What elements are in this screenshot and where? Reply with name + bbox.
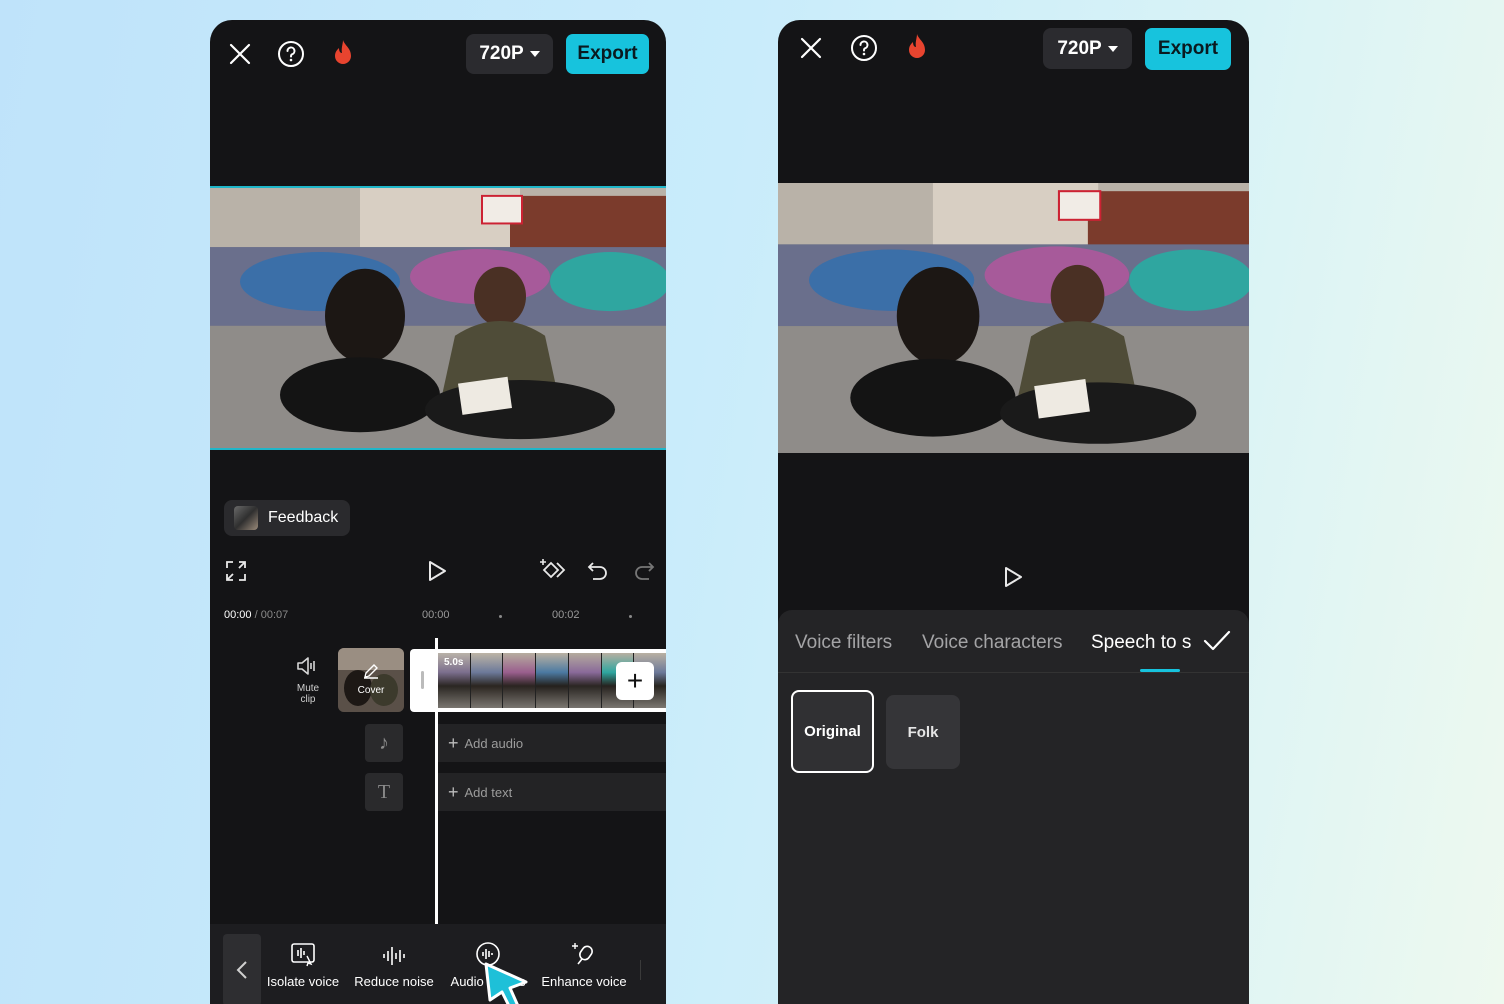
resolution-label: 720P xyxy=(479,43,524,64)
clip-duration: 5.0s xyxy=(444,657,464,668)
undo-icon[interactable] xyxy=(587,560,609,582)
cover-button[interactable]: Cover xyxy=(338,648,404,712)
toolbar-divider xyxy=(640,960,641,980)
panel-divider xyxy=(778,672,1249,673)
plus-icon: + xyxy=(448,732,459,753)
reduce-noise-label: Reduce noise xyxy=(354,974,434,989)
timecode-total: / 00:07 xyxy=(254,609,289,621)
text-icon[interactable]: T xyxy=(365,773,403,811)
resolution-selector[interactable]: 720P xyxy=(466,34,553,74)
video-preview[interactable] xyxy=(210,186,666,450)
feedback-button[interactable]: Feedback xyxy=(224,500,350,536)
back-button[interactable] xyxy=(223,934,261,1004)
export-button[interactable]: Export xyxy=(566,34,649,74)
playhead[interactable] xyxy=(435,638,438,924)
voice-option-folk[interactable]: Folk xyxy=(886,695,960,769)
add-clip-button[interactable]: + xyxy=(616,662,654,700)
cover-label: Cover xyxy=(357,685,385,696)
isolate-voice-tool[interactable]: Isolate voice xyxy=(265,938,341,989)
edit-pencil-icon xyxy=(364,664,378,679)
add-text-button[interactable]: + Add text xyxy=(438,773,666,811)
reduce-noise-icon xyxy=(383,947,405,965)
caret-down-icon xyxy=(529,51,540,57)
reduce-noise-tool[interactable]: Reduce noise xyxy=(351,938,437,989)
mute-clip-label[interactable]: Mute clip xyxy=(288,683,328,705)
ruler-dot xyxy=(629,615,632,618)
tab-voice-characters[interactable]: Voice characters xyxy=(922,632,1062,654)
help-icon[interactable] xyxy=(850,34,878,62)
feedback-label: Feedback xyxy=(268,509,339,526)
add-text-label: Add text xyxy=(464,784,513,800)
fire-icon[interactable] xyxy=(905,32,929,62)
editor-left: 720P Export Feedback 00:00 / 00:07 00:00… xyxy=(210,20,666,1004)
resolution-label: 720P xyxy=(1057,37,1102,59)
fire-icon[interactable] xyxy=(331,38,355,68)
help-icon[interactable] xyxy=(277,40,305,68)
ruler-tick-1: 00:02 xyxy=(552,609,580,621)
clip-trim-handle[interactable] xyxy=(421,671,424,689)
export-button[interactable]: Export xyxy=(1145,28,1231,70)
add-audio-label: Add audio xyxy=(464,735,524,751)
video-preview[interactable] xyxy=(778,183,1249,453)
speaker-icon[interactable] xyxy=(296,656,318,676)
play-icon[interactable] xyxy=(427,560,447,582)
play-icon[interactable] xyxy=(1003,566,1023,588)
close-icon[interactable] xyxy=(228,42,252,66)
enhance-voice-label: Enhance voice xyxy=(541,974,627,989)
add-audio-button[interactable]: + Add audio xyxy=(438,724,666,762)
music-note-icon[interactable]: ♪ xyxy=(365,724,403,762)
timecode: 00:00 / 00:07 xyxy=(224,609,288,621)
chevron-left-icon xyxy=(236,961,247,979)
editor-right: 720P Export Voice filters Voice characte… xyxy=(778,20,1249,1004)
plus-icon: + xyxy=(448,781,459,802)
ruler-tick-0: 00:00 xyxy=(422,609,450,621)
audio-toolbar: Isolate voice Reduce noise Audio effects xyxy=(210,924,666,1004)
tab-voice-filters[interactable]: Voice filters xyxy=(795,632,892,654)
cover-thumbnail-image xyxy=(338,648,404,712)
redo-icon[interactable] xyxy=(633,560,655,582)
resolution-selector[interactable]: 720P xyxy=(1043,28,1132,69)
voice-panel: Voice filters Voice characters Speech to… xyxy=(778,610,1249,1004)
preview-frame-image xyxy=(778,183,1249,453)
ruler-dot xyxy=(499,615,502,618)
checkmark-icon[interactable] xyxy=(1202,628,1232,654)
isolate-voice-icon xyxy=(291,943,315,967)
keyframe-icon[interactable] xyxy=(539,558,567,582)
timecode-current: 00:00 xyxy=(224,609,252,621)
isolate-voice-label: Isolate voice xyxy=(266,974,340,989)
tab-clip: Speech to song xyxy=(1091,626,1191,658)
voice-option-original[interactable]: Original xyxy=(791,690,874,773)
pointer-cursor-icon xyxy=(484,962,528,1004)
enhance-voice-tool[interactable]: Enhance voice xyxy=(538,938,630,989)
close-icon[interactable] xyxy=(799,36,823,60)
caret-down-icon xyxy=(1107,45,1118,52)
enhance-voice-icon xyxy=(572,943,593,965)
fullscreen-icon[interactable] xyxy=(225,560,247,582)
preview-frame-image xyxy=(210,188,666,448)
feedback-thumbnail xyxy=(234,506,258,530)
tab-speech-to-song[interactable]: Speech to song xyxy=(1091,632,1191,654)
